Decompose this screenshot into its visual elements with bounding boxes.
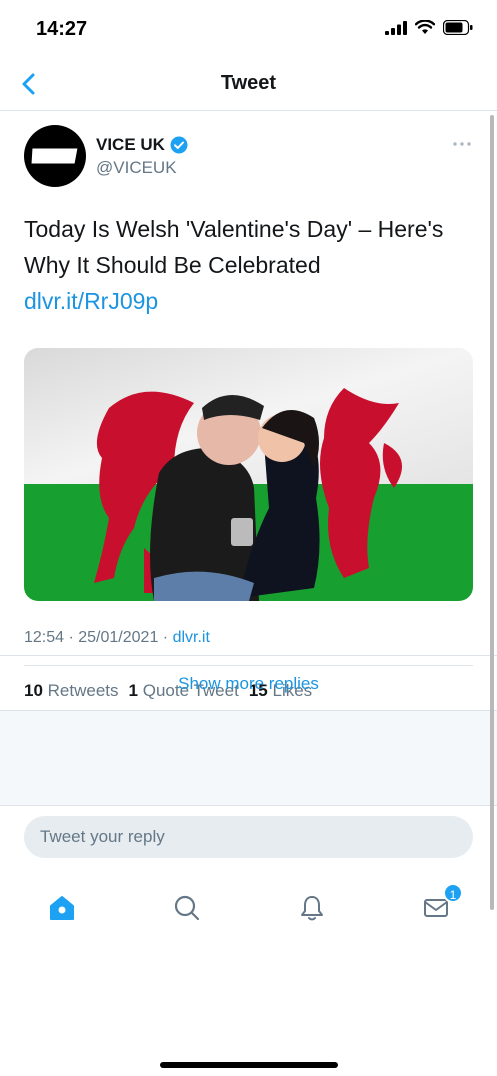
home-indicator[interactable] <box>160 1062 338 1068</box>
tab-home[interactable] <box>47 893 77 923</box>
status-icons <box>385 20 473 35</box>
tweet-source-link[interactable]: dlvr.it <box>173 629 210 646</box>
more-options-icon[interactable] <box>451 137 473 151</box>
replies-area <box>0 711 497 805</box>
signal-icon <box>385 20 407 35</box>
tweet-text: Today Is Welsh 'Valentine's Day' – Here'… <box>24 211 474 319</box>
status-bar: 14:27 <box>0 0 497 58</box>
tweet-time: 12:54 · 25/01/2021 · <box>24 629 173 646</box>
tab-notifications[interactable] <box>297 893 327 923</box>
tab-bar: 1 <box>0 865 497 1076</box>
bell-icon <box>301 896 323 921</box>
battery-icon <box>443 20 473 35</box>
show-more-replies-button[interactable]: Show more replies <box>0 655 497 711</box>
tweet-link[interactable]: dlvr.it/RrJ09p <box>24 283 474 319</box>
navigation-bar: Tweet <box>0 58 497 111</box>
scrollbar[interactable] <box>490 115 494 910</box>
avatar[interactable] <box>24 125 86 187</box>
welsh-flag-photo <box>24 348 473 601</box>
author-name[interactable]: VICE UK <box>96 135 188 155</box>
search-icon <box>174 895 200 921</box>
tweet-timestamp: 12:54 · 25/01/2021 · dlvr.it <box>24 629 210 647</box>
tweet-body: Today Is Welsh 'Valentine's Day' – Here'… <box>24 216 444 278</box>
author-handle[interactable]: @VICEUK <box>96 158 177 178</box>
wifi-icon <box>415 20 435 34</box>
reply-input[interactable]: Tweet your reply <box>24 816 473 858</box>
tweet-image[interactable] <box>24 348 473 601</box>
status-time: 14:27 <box>36 18 88 40</box>
tab-search[interactable] <box>172 893 202 923</box>
verified-badge-icon <box>170 136 188 154</box>
home-icon <box>50 896 74 920</box>
messages-badge: 1 <box>443 883 463 903</box>
vice-logo <box>30 147 79 165</box>
author-name-text: VICE UK <box>96 135 165 154</box>
page-title: Tweet <box>220 72 277 94</box>
tab-messages[interactable]: 1 <box>421 883 463 923</box>
